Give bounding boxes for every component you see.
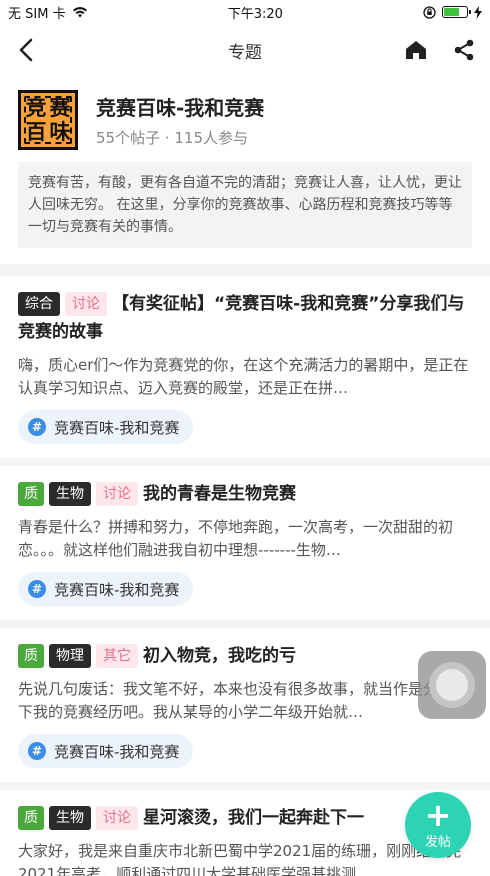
category-tag: 物理 xyxy=(49,644,91,668)
category-tag: 生物 xyxy=(49,482,91,506)
topic-chip-label: 竞赛百味-我和竞赛 xyxy=(54,418,180,437)
logo-char: 竞 xyxy=(25,96,47,120)
post-title-line: 质生物 讨论 我的青春是生物竞赛 xyxy=(18,480,472,508)
plus-icon: + xyxy=(424,795,452,834)
post-excerpt: 先说几句废话：我文笔不好，本来也没有很多故事，就当作是分享一下我的竞赛经历吧。我… xyxy=(18,680,469,721)
topic-chip-label: 竞赛百味-我和竞赛 xyxy=(54,742,180,761)
new-post-label: 发帖 xyxy=(424,834,451,850)
logo-char: 赛 xyxy=(49,96,71,120)
share-icon xyxy=(454,39,474,61)
share-button[interactable] xyxy=(450,36,478,64)
wifi-icon xyxy=(72,7,87,18)
nav-bar: 专题 xyxy=(0,24,490,76)
section-divider xyxy=(0,264,490,276)
type-tag: 讨论 xyxy=(96,482,138,506)
post-title-line: 综合 讨论 【有奖征帖】“竞赛百味-我和竞赛”分享我们与竞赛的故事 xyxy=(18,290,472,346)
category-tag: 生物 xyxy=(49,806,91,830)
topic-name: 竞赛百味-我和竞赛 xyxy=(96,96,265,120)
carrier-label: 无 SIM 卡 xyxy=(8,6,66,22)
home-icon xyxy=(406,41,426,59)
status-time: 下午3:20 xyxy=(227,6,283,22)
charging-bolt-icon xyxy=(474,5,482,19)
logo-char: 百 xyxy=(25,120,47,144)
post-title-line: 质物理 其它 初入物竞，我吃的亏 xyxy=(18,642,472,670)
back-button[interactable] xyxy=(12,36,40,64)
post-excerpt: 青春是什么？拼搏和努力，不停地奔跑，一次高考，一次甜甜的初恋。。。就这样他们融进… xyxy=(18,518,454,559)
type-tag: 其它 xyxy=(96,644,138,668)
post-title-line: 质生物 讨论 星河滚烫，我们一起奔赴下一 xyxy=(18,804,472,832)
battery-icon xyxy=(442,6,471,18)
topic-chip[interactable]: # 竞赛百味-我和竞赛 xyxy=(18,572,194,606)
post-item[interactable]: 质生物 讨论 我的青春是生物竞赛 青春是什么？拼搏和努力，不停地奔跑，一次高考，一次… xyxy=(0,466,490,628)
quality-badge: 质 xyxy=(18,806,44,830)
post-item[interactable]: 质物理 其它 初入物竞，我吃的亏 先说几句废话：我文笔不好，本来也没有很多故事，就当… xyxy=(0,628,490,790)
hashtag-icon: # xyxy=(28,418,46,436)
topic-chip-label: 竞赛百味-我和竞赛 xyxy=(54,580,180,599)
post-excerpt: 嗨，质心er们～作为竞赛党的你，在这个充满活力的暑期中，是正在认真学习知识点、迈… xyxy=(18,356,469,397)
topic-stats: 55个帖子 · 115人参与 xyxy=(96,129,249,147)
nav-actions xyxy=(402,36,478,64)
home-button[interactable] xyxy=(402,36,430,64)
category-tag: 综合 xyxy=(18,292,60,316)
post-title: 初入物竞，我吃的亏 xyxy=(143,646,296,666)
assistive-touch-ring xyxy=(429,662,475,708)
topic-logo: 竞 赛 百 味 xyxy=(18,90,78,150)
status-right xyxy=(423,5,482,19)
topic-header: 竞 赛 百 味 竞赛百味-我和竞赛 55个帖子 · 115人参与 xyxy=(0,76,490,150)
assistive-touch-button[interactable] xyxy=(418,651,486,719)
post-title: 星河滚烫，我们一起奔赴下一 xyxy=(143,808,364,828)
post-title: 我的青春是生物竞赛 xyxy=(143,484,296,504)
status-bar: 无 SIM 卡 下午3:20 xyxy=(0,0,490,24)
post-excerpt: 大家好，我是来自重庆市北新巴蜀中学2021届的练珊，刚刚结束完2021年高考，顺… xyxy=(18,842,462,876)
chevron-left-icon xyxy=(19,38,33,62)
orientation-lock-icon xyxy=(423,5,436,19)
new-post-button[interactable]: + 发帖 xyxy=(405,792,471,858)
hashtag-icon: # xyxy=(28,580,46,598)
quality-badge: 质 xyxy=(18,644,44,668)
type-tag: 讨论 xyxy=(96,806,138,830)
topic-chip[interactable]: # 竞赛百味-我和竞赛 xyxy=(18,410,194,444)
status-left: 无 SIM 卡 xyxy=(8,3,88,22)
assistive-touch-center xyxy=(436,669,468,701)
hashtag-icon: # xyxy=(28,742,46,760)
type-tag: 讨论 xyxy=(65,292,107,316)
topic-description: 竞赛有苦，有酸，更有各自道不完的清甜；竞赛让人喜，让人忧，更让人回味无穷。 在这… xyxy=(18,162,472,248)
quality-badge: 质 xyxy=(18,482,44,506)
topic-info: 竞赛百味-我和竞赛 55个帖子 · 115人参与 xyxy=(96,92,264,148)
topic-chip[interactable]: # 竞赛百味-我和竞赛 xyxy=(18,734,194,768)
post-item[interactable]: 综合 讨论 【有奖征帖】“竞赛百味-我和竞赛”分享我们与竞赛的故事 嗨，质心er们～… xyxy=(0,276,490,466)
logo-char: 味 xyxy=(49,120,71,144)
